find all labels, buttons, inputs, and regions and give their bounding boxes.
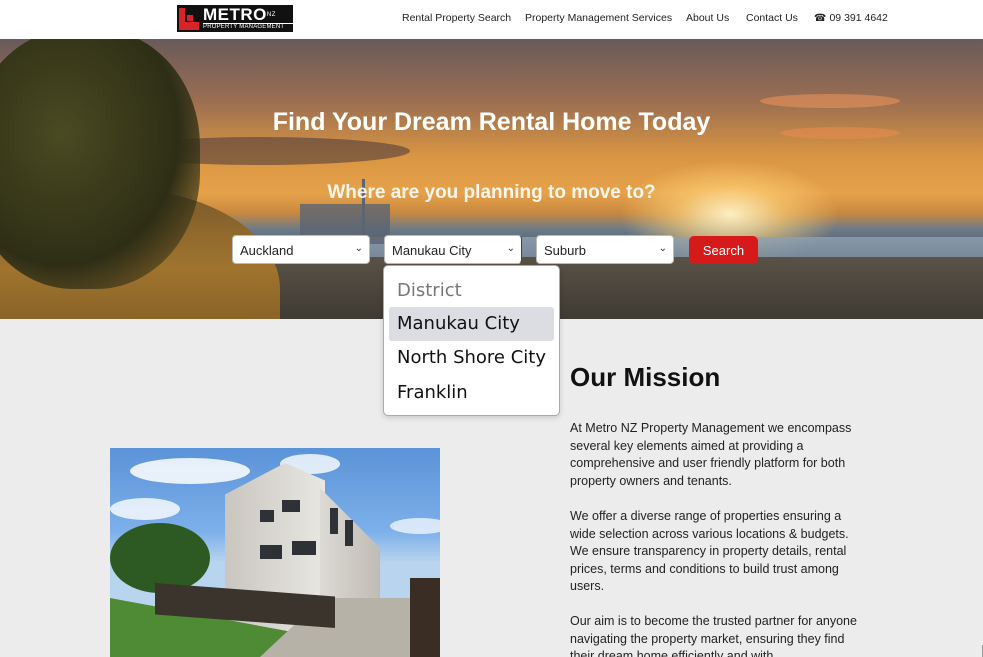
dropdown-option-franklin[interactable]: Franklin: [389, 376, 554, 410]
chevron-down-icon: ⌄: [354, 243, 363, 254]
logo-mark-icon: [177, 5, 201, 32]
chevron-down-icon: ⌄: [506, 243, 515, 254]
search-button[interactable]: Search: [689, 236, 758, 264]
logo-brand-text: METRONZ: [203, 4, 276, 24]
hero-subtitle: Where are you planning to move to?: [327, 182, 656, 203]
suburb-select[interactable]: Suburb ⌄: [536, 235, 674, 264]
mission-paragraph: Our aim is to become the trusted partner…: [570, 614, 857, 657]
mission-paragraph: At Metro NZ Property Management we encom…: [570, 421, 852, 488]
nav-rental-property-search[interactable]: Rental Property Search: [402, 12, 511, 24]
mission-paragraph: We offer a diverse range of properties e…: [570, 509, 849, 593]
nav-phone[interactable]: ☎ 09 391 4642: [814, 12, 888, 24]
district-select[interactable]: Manukau City ⌄: [384, 235, 522, 264]
nav-contact-us[interactable]: Contact Us: [746, 12, 798, 24]
dropdown-option-north-shore-city[interactable]: North Shore City: [389, 341, 554, 375]
site-header: METRONZ PROPERTY MANAGEMENT Rental Prope…: [0, 0, 983, 39]
dropdown-option-district[interactable]: District: [389, 274, 554, 308]
resize-handle-icon[interactable]: [971, 645, 983, 657]
hero-title: Find Your Dream Rental Home Today: [272, 108, 711, 136]
metro-logo[interactable]: METRONZ PROPERTY MANAGEMENT: [177, 5, 293, 32]
phone-icon: ☎: [814, 13, 827, 24]
district-dropdown: District Manukau City North Shore City F…: [383, 265, 560, 416]
logo-subtitle: PROPERTY MANAGEMENT: [203, 22, 293, 31]
chevron-down-icon: ⌄: [658, 243, 667, 254]
nav-about-us[interactable]: About Us: [686, 12, 729, 24]
mission-title: Our Mission: [570, 362, 721, 392]
region-select[interactable]: Auckland ⌄: [232, 235, 370, 264]
property-photo: [110, 448, 440, 657]
dropdown-option-manukau-city[interactable]: Manukau City: [389, 307, 554, 341]
nav-property-management-services[interactable]: Property Management Services: [525, 12, 672, 24]
